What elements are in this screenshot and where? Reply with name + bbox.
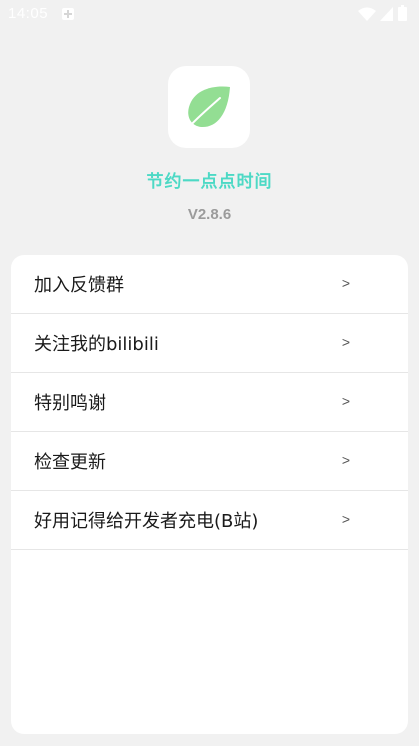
- battery-icon: [398, 5, 407, 21]
- menu-item-special-thanks[interactable]: 特别鸣谢 >: [11, 373, 408, 432]
- menu-item-label: 特别鸣谢: [34, 393, 106, 414]
- menu-item-label: 加入反馈群: [34, 275, 124, 296]
- menu-card: 加入反馈群 > 关注我的bilibili > 特别鸣谢 > 检查更新 > 好用记…: [11, 255, 408, 734]
- app-name: 节约一点点时间: [146, 172, 273, 192]
- menu-item-label: 检查更新: [34, 452, 106, 473]
- wifi-icon: [358, 7, 376, 21]
- app-version: V2.8.6: [187, 206, 232, 223]
- status-bar: 14:05: [0, 0, 419, 30]
- menu-item-check-update[interactable]: 检查更新 >: [11, 432, 408, 491]
- menu-item-join-feedback-group[interactable]: 加入反馈群 >: [11, 255, 408, 314]
- leaf-icon: [187, 86, 230, 129]
- status-time: 14:05: [8, 5, 49, 22]
- menu-item-follow-bilibili[interactable]: 关注我的bilibili >: [11, 314, 408, 373]
- chevron-right-icon: >: [341, 393, 350, 409]
- app-icon: [168, 66, 250, 148]
- chevron-right-icon: >: [341, 511, 350, 527]
- menu-item-charge-developer[interactable]: 好用记得给开发者充电(B站) >: [11, 491, 408, 550]
- menu-item-label: 关注我的bilibili: [34, 334, 159, 355]
- signal-icon: [380, 7, 393, 21]
- chevron-right-icon: >: [341, 334, 350, 350]
- chevron-right-icon: >: [341, 275, 350, 291]
- menu-item-label: 好用记得给开发者充电(B站): [34, 511, 259, 532]
- chevron-right-icon: >: [341, 452, 350, 468]
- notification-icon: [62, 8, 74, 20]
